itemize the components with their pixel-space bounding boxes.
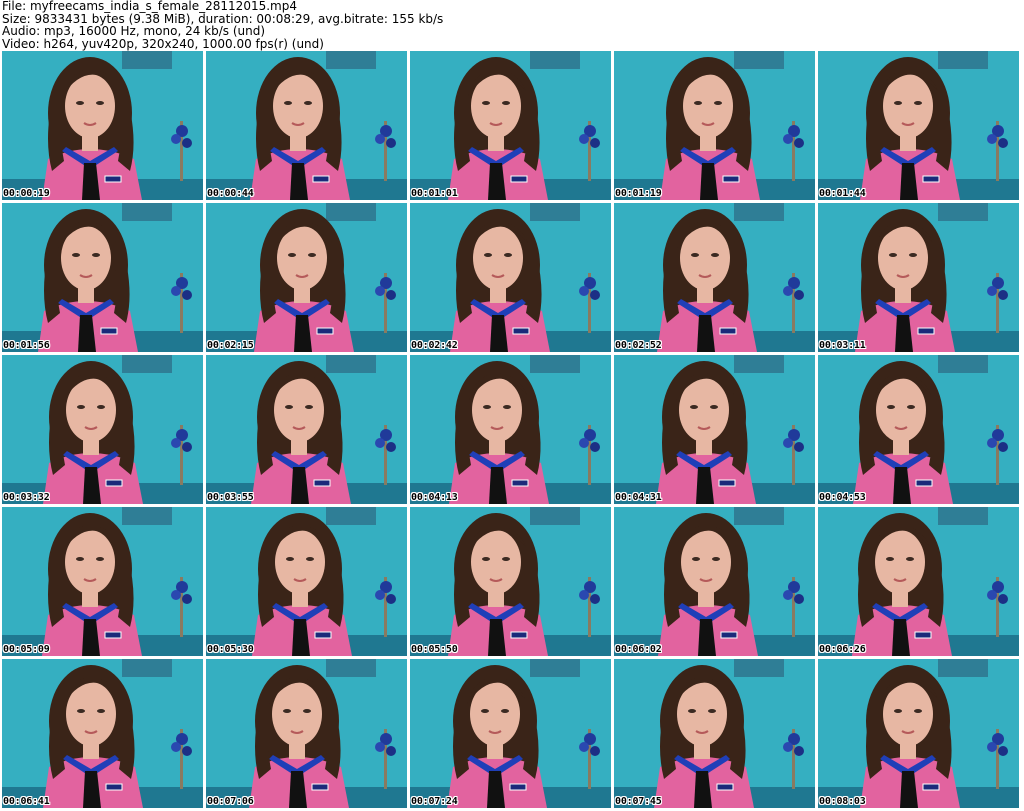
frame-image (206, 203, 407, 352)
video-thumbnail[interactable]: 00:03:11 (818, 203, 1019, 352)
video-thumbnail[interactable]: 00:07:24 (410, 659, 611, 808)
video-info-line: Video: h264, yuv420p, 320x240, 1000.00 f… (2, 36, 324, 51)
video-thumbnail[interactable]: 00:03:32 (2, 355, 203, 504)
thumbnail-timestamp: 00:02:42 (411, 340, 458, 351)
thumbnail-grid: 00:00:19 00:00:44 00:01:01 00:01:19 00:01:44… (2, 51, 1022, 811)
frame-image (410, 203, 611, 352)
frame-image (818, 51, 1019, 200)
frame-image (410, 355, 611, 504)
thumbnail-timestamp: 00:05:50 (411, 644, 458, 655)
thumbnail-timestamp: 00:01:44 (819, 188, 866, 199)
frame-image (206, 507, 407, 656)
video-thumbnail[interactable]: 00:06:02 (614, 507, 815, 656)
thumbnail-timestamp: 00:07:45 (615, 796, 662, 807)
video-thumbnail[interactable]: 00:05:30 (206, 507, 407, 656)
video-thumbnail[interactable]: 00:04:13 (410, 355, 611, 504)
frame-image (410, 659, 611, 808)
thumbnail-timestamp: 00:04:31 (615, 492, 662, 503)
thumbnail-timestamp: 00:06:26 (819, 644, 866, 655)
video-thumbnail[interactable]: 00:05:09 (2, 507, 203, 656)
thumbnail-timestamp: 00:05:30 (207, 644, 254, 655)
thumbnail-timestamp: 00:07:24 (411, 796, 458, 807)
thumbnail-timestamp: 00:08:03 (819, 796, 866, 807)
video-thumbnail[interactable]: 00:01:19 (614, 51, 815, 200)
frame-image (2, 507, 203, 656)
video-thumbnail[interactable]: 00:02:15 (206, 203, 407, 352)
video-thumbnail[interactable]: 00:06:26 (818, 507, 1019, 656)
frame-image (2, 51, 203, 200)
frame-image (410, 51, 611, 200)
frame-image (818, 659, 1019, 808)
thumbnail-timestamp: 00:00:44 (207, 188, 254, 199)
thumbnail-timestamp: 00:03:32 (3, 492, 50, 503)
thumbnail-timestamp: 00:02:15 (207, 340, 254, 351)
video-thumbnail[interactable]: 00:00:44 (206, 51, 407, 200)
thumbnail-timestamp: 00:04:13 (411, 492, 458, 503)
video-thumbnail[interactable]: 00:05:50 (410, 507, 611, 656)
video-thumbnail[interactable]: 00:08:03 (818, 659, 1019, 808)
frame-image (818, 507, 1019, 656)
thumbnail-timestamp: 00:06:02 (615, 644, 662, 655)
video-thumbnail[interactable]: 00:01:01 (410, 51, 611, 200)
frame-image (206, 355, 407, 504)
video-thumbnail[interactable]: 00:04:53 (818, 355, 1019, 504)
frame-image (614, 355, 815, 504)
thumbnail-timestamp: 00:02:52 (615, 340, 662, 351)
frame-image (614, 203, 815, 352)
video-thumbnail[interactable]: 00:03:55 (206, 355, 407, 504)
thumbnail-timestamp: 00:07:06 (207, 796, 254, 807)
thumbnail-timestamp: 00:03:11 (819, 340, 866, 351)
video-thumbnail[interactable]: 00:00:19 (2, 51, 203, 200)
thumbnail-timestamp: 00:05:09 (3, 644, 50, 655)
video-thumbnail[interactable]: 00:07:45 (614, 659, 815, 808)
video-thumbnail[interactable]: 00:07:06 (206, 659, 407, 808)
thumbnail-timestamp: 00:00:19 (3, 188, 50, 199)
video-thumbnail[interactable]: 00:02:42 (410, 203, 611, 352)
frame-image (410, 507, 611, 656)
thumbnail-timestamp: 00:06:41 (3, 796, 50, 807)
video-thumbnail[interactable]: 00:01:56 (2, 203, 203, 352)
frame-image (206, 659, 407, 808)
thumbnail-timestamp: 00:03:55 (207, 492, 254, 503)
frame-image (614, 659, 815, 808)
file-info-header: File: myfreecams_india_s_female_28112015… (2, 0, 443, 50)
frame-image (2, 659, 203, 808)
frame-image (2, 203, 203, 352)
thumbnail-timestamp: 00:01:19 (615, 188, 662, 199)
frame-image (818, 355, 1019, 504)
frame-image (818, 203, 1019, 352)
thumbnail-timestamp: 00:01:01 (411, 188, 458, 199)
thumbnail-timestamp: 00:01:56 (3, 340, 50, 351)
frame-image (2, 355, 203, 504)
frame-image (206, 51, 407, 200)
video-thumbnail[interactable]: 00:02:52 (614, 203, 815, 352)
video-thumbnail[interactable]: 00:06:41 (2, 659, 203, 808)
file-name-line: File: myfreecams_india_s_female_28112015… (2, 0, 297, 13)
video-thumbnail[interactable]: 00:04:31 (614, 355, 815, 504)
audio-info-line: Audio: mp3, 16000 Hz, mono, 24 kb/s (und… (2, 24, 266, 39)
thumbnail-timestamp: 00:04:53 (819, 492, 866, 503)
video-thumbnail[interactable]: 00:01:44 (818, 51, 1019, 200)
frame-image (614, 51, 815, 200)
frame-image (614, 507, 815, 656)
